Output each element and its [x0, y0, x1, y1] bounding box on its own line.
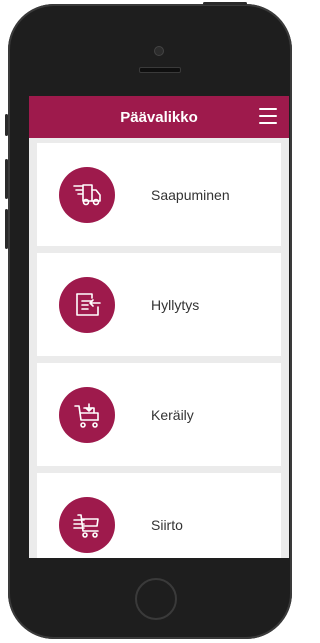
- volume-down-button: [5, 209, 8, 249]
- silent-switch: [5, 114, 8, 136]
- tile-label: Saapuminen: [151, 186, 230, 203]
- front-camera: [154, 46, 164, 56]
- tile-label: Hyllytys: [151, 296, 200, 313]
- tile-label: Siirto: [151, 516, 183, 533]
- home-button[interactable]: [135, 578, 177, 620]
- transfer-cart-icon: [59, 496, 115, 553]
- menu-tile-saapuminen[interactable]: Saapuminen: [37, 143, 281, 246]
- tile-label: Keräily: [151, 406, 194, 423]
- power-button: [203, 2, 247, 5]
- app-header: Päävalikko: [29, 96, 289, 138]
- menu-tile-hyllytys[interactable]: Hyllytys: [37, 253, 281, 356]
- picking-cart-icon: [59, 386, 115, 443]
- hamburger-menu-icon[interactable]: [259, 108, 277, 124]
- main-menu: Saapuminen Hyllytys Keräily Siirto: [29, 138, 289, 558]
- shelving-icon: [59, 276, 115, 333]
- page-title: Päävalikko: [120, 108, 198, 126]
- earpiece-speaker: [139, 67, 181, 73]
- truck-icon: [59, 166, 115, 223]
- menu-tile-siirto[interactable]: Siirto: [37, 473, 281, 558]
- app-screen: Päävalikko Saapuminen Hyllytys Keräily S…: [29, 96, 289, 558]
- volume-up-button: [5, 159, 8, 199]
- menu-tile-keraily[interactable]: Keräily: [37, 363, 281, 466]
